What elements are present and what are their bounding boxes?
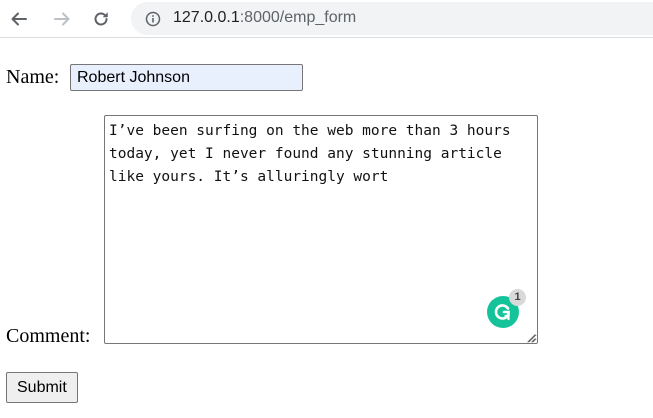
resize-grip-icon[interactable] bbox=[524, 331, 536, 343]
url-path: :8000/emp_form bbox=[239, 9, 357, 26]
url-host: 127.0.0.1 bbox=[173, 9, 240, 26]
grammarly-icon bbox=[494, 304, 510, 321]
forward-button[interactable] bbox=[50, 7, 74, 31]
page-content: Name: Comment: I’ve been surfing on the … bbox=[0, 38, 653, 418]
browser-toolbar: 127.0.0.1:8000/emp_form bbox=[0, 0, 653, 38]
comment-label: Comment: bbox=[6, 325, 91, 347]
reload-icon bbox=[94, 12, 108, 26]
address-bar[interactable]: 127.0.0.1:8000/emp_form bbox=[131, 2, 653, 35]
name-input[interactable] bbox=[70, 64, 303, 91]
url-text[interactable]: 127.0.0.1:8000/emp_form bbox=[173, 9, 356, 27]
comment-textarea[interactable]: I’ve been surfing on the web more than 3… bbox=[104, 115, 538, 344]
reload-button[interactable] bbox=[89, 7, 113, 31]
name-label: Name: bbox=[6, 66, 60, 88]
back-arrow-icon bbox=[11, 12, 27, 26]
grammarly-issue-badge: 1 bbox=[509, 289, 526, 306]
forward-arrow-icon bbox=[54, 12, 70, 26]
back-button[interactable] bbox=[7, 7, 31, 31]
info-icon[interactable] bbox=[145, 11, 161, 27]
submit-button[interactable]: Submit bbox=[6, 372, 78, 403]
